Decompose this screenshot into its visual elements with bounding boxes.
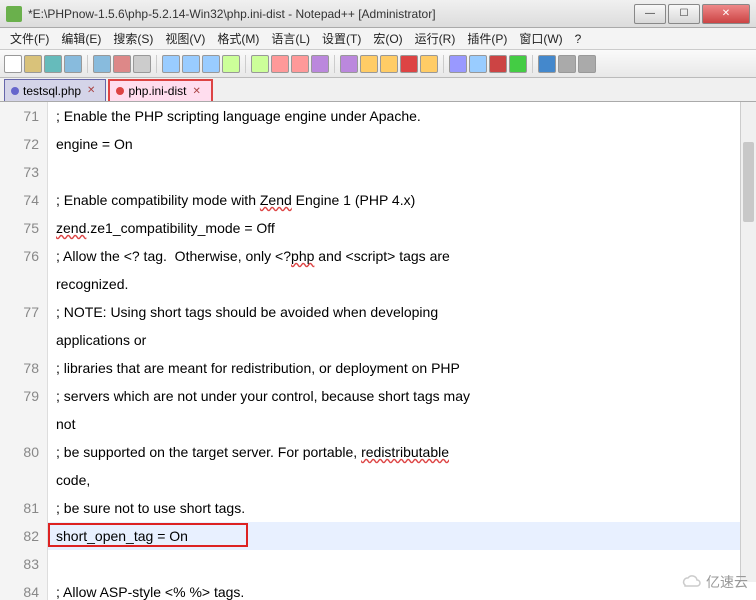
tab-label: php.ini-dist: [128, 84, 186, 98]
menu-plugins[interactable]: 插件(P): [461, 30, 513, 47]
toolbar-button[interactable]: [360, 55, 378, 73]
toolbar-button[interactable]: [420, 55, 438, 73]
menu-macro[interactable]: 宏(O): [367, 30, 408, 47]
code-line[interactable]: code,: [56, 466, 756, 494]
code-line[interactable]: not: [56, 410, 756, 438]
menu-window[interactable]: 窗口(W): [513, 30, 568, 47]
toolbar-button[interactable]: [380, 55, 398, 73]
code-line[interactable]: ; Enable the PHP scripting language engi…: [56, 102, 756, 130]
code-line[interactable]: ; Allow the <? tag. Otherwise, only <?ph…: [56, 242, 756, 270]
code-area[interactable]: ; Enable the PHP scripting language engi…: [48, 102, 756, 600]
toolbar-button[interactable]: [24, 55, 42, 73]
toolbar-button[interactable]: [489, 55, 507, 73]
line-number: 80: [0, 438, 39, 466]
menu-settings[interactable]: 设置(T): [316, 30, 367, 47]
toolbar-button[interactable]: [291, 55, 309, 73]
menubar: 文件(F) 编辑(E) 搜索(S) 视图(V) 格式(M) 语言(L) 设置(T…: [0, 28, 756, 50]
tabbar: testsql.php ✕ php.ini-dist ✕: [0, 78, 756, 102]
line-number: 74: [0, 186, 39, 214]
line-number-gutter: 7172737475767778798081828384858687: [0, 102, 48, 600]
toolbar-button[interactable]: [64, 55, 82, 73]
toolbar: [0, 50, 756, 78]
app-icon: [6, 6, 22, 22]
menu-lang[interactable]: 语言(L): [265, 30, 316, 47]
toolbar-button[interactable]: [93, 55, 111, 73]
tab-modified-icon: [11, 87, 19, 95]
code-line[interactable]: ; Enable compatibility mode with Zend En…: [56, 186, 756, 214]
tab-php-ini[interactable]: php.ini-dist ✕: [108, 79, 212, 101]
code-line[interactable]: zend.ze1_compatibility_mode = Off: [56, 214, 756, 242]
line-number: 72: [0, 130, 39, 158]
toolbar-button[interactable]: [558, 55, 576, 73]
line-number: 77: [0, 298, 39, 326]
close-button[interactable]: ✕: [702, 4, 750, 24]
code-line[interactable]: engine = On: [56, 130, 756, 158]
line-number: 83: [0, 550, 39, 578]
maximize-button[interactable]: ☐: [668, 4, 700, 24]
line-number: 79: [0, 382, 39, 410]
menu-search[interactable]: 搜索(S): [107, 30, 159, 47]
toolbar-button[interactable]: [162, 55, 180, 73]
toolbar-button[interactable]: [222, 55, 240, 73]
menu-format[interactable]: 格式(M): [211, 30, 265, 47]
code-line[interactable]: applications or: [56, 326, 756, 354]
toolbar-button[interactable]: [4, 55, 22, 73]
code-line[interactable]: ; Allow ASP-style <% %> tags.: [56, 578, 756, 600]
toolbar-button[interactable]: [202, 55, 220, 73]
line-number: 81: [0, 494, 39, 522]
toolbar-button[interactable]: [133, 55, 151, 73]
line-number: 78: [0, 354, 39, 382]
code-line[interactable]: ; NOTE: Using short tags should be avoid…: [56, 298, 756, 326]
toolbar-button[interactable]: [578, 55, 596, 73]
toolbar-button[interactable]: [509, 55, 527, 73]
tab-testsql[interactable]: testsql.php ✕: [4, 79, 106, 101]
toolbar-button[interactable]: [182, 55, 200, 73]
menu-run[interactable]: 运行(R): [409, 30, 462, 47]
toolbar-button[interactable]: [271, 55, 289, 73]
menu-view[interactable]: 视图(V): [159, 30, 211, 47]
code-line[interactable]: ; be sure not to use short tags.: [56, 494, 756, 522]
menu-edit[interactable]: 编辑(E): [55, 30, 107, 47]
code-line[interactable]: [56, 158, 756, 186]
menu-help[interactable]: ?: [569, 32, 588, 46]
toolbar-button[interactable]: [311, 55, 329, 73]
menu-file[interactable]: 文件(F): [4, 30, 55, 47]
line-number: 75: [0, 214, 39, 242]
tab-close-icon[interactable]: ✕: [87, 85, 95, 96]
line-number: 82: [0, 522, 39, 550]
window-buttons: — ☐ ✕: [632, 4, 750, 24]
editor[interactable]: 7172737475767778798081828384858687 ; Ena…: [0, 102, 756, 600]
tab-label: testsql.php: [23, 84, 81, 98]
toolbar-button[interactable]: [44, 55, 62, 73]
toolbar-button[interactable]: [469, 55, 487, 73]
window-title: *E:\PHPnow-1.5.6\php-5.2.14-Win32\php.in…: [28, 7, 632, 21]
code-line[interactable]: ; be supported on the target server. For…: [56, 438, 756, 466]
tab-close-icon[interactable]: ✕: [192, 86, 200, 97]
toolbar-button[interactable]: [251, 55, 269, 73]
toolbar-button[interactable]: [449, 55, 467, 73]
code-line[interactable]: short_open_tag = On: [56, 522, 756, 550]
titlebar: *E:\PHPnow-1.5.6\php-5.2.14-Win32\php.in…: [0, 0, 756, 28]
toolbar-button[interactable]: [340, 55, 358, 73]
code-line[interactable]: ; libraries that are meant for redistrib…: [56, 354, 756, 382]
toolbar-button[interactable]: [538, 55, 556, 73]
tab-modified-icon: [116, 87, 124, 95]
toolbar-button[interactable]: [400, 55, 418, 73]
minimize-button[interactable]: —: [634, 4, 666, 24]
line-number: 73: [0, 158, 39, 186]
toolbar-button[interactable]: [113, 55, 131, 73]
line-number: 84: [0, 578, 39, 600]
line-number: 76: [0, 242, 39, 270]
code-line[interactable]: recognized.: [56, 270, 756, 298]
code-line[interactable]: ; servers which are not under your contr…: [56, 382, 756, 410]
line-number: 71: [0, 102, 39, 130]
code-line[interactable]: [56, 550, 756, 578]
